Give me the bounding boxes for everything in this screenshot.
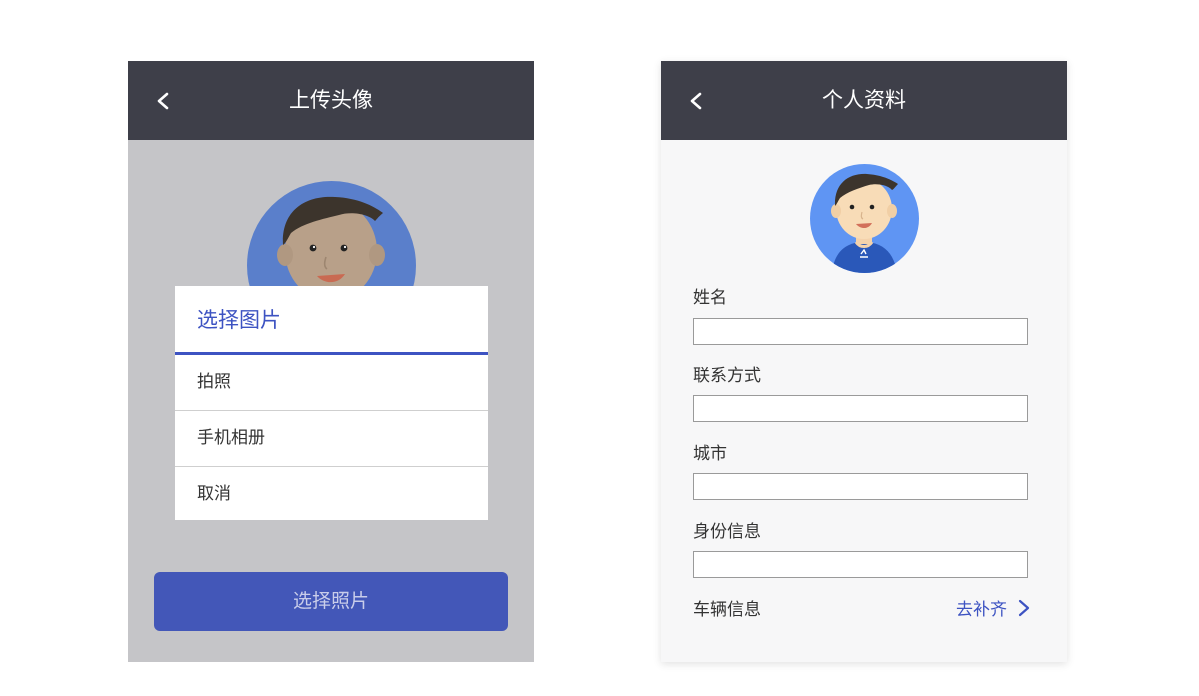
photo-album-option[interactable]: 手机相册 bbox=[175, 410, 488, 466]
back-button[interactable] bbox=[152, 88, 176, 114]
upload-avatar-screen: 上传头像 选择图片 拍照 手机相册 取消 选择照片 bbox=[128, 61, 534, 662]
profile-screen: 个人资料 姓名 联系方式 城市 身份信息 车辆信息 去补齐 bbox=[661, 61, 1067, 662]
vehicle-info-label: 车辆信息 bbox=[693, 600, 761, 620]
name-field[interactable] bbox=[693, 318, 1028, 345]
select-photo-button[interactable]: 选择照片 bbox=[154, 572, 508, 631]
header-bar: 个人资料 bbox=[661, 61, 1067, 140]
contact-label: 联系方式 bbox=[693, 366, 761, 386]
chevron-left-icon bbox=[157, 92, 169, 110]
id-info-field[interactable] bbox=[693, 551, 1028, 578]
page-title: 个人资料 bbox=[822, 88, 906, 112]
city-label: 城市 bbox=[693, 444, 727, 464]
image-picker-sheet: 选择图片 拍照 手机相册 取消 bbox=[175, 286, 488, 520]
avatar-illustration bbox=[831, 173, 898, 273]
take-photo-option[interactable]: 拍照 bbox=[175, 355, 488, 410]
complete-link-label: 去补齐 bbox=[956, 600, 1007, 620]
cancel-option[interactable]: 取消 bbox=[175, 466, 488, 522]
id-info-label: 身份信息 bbox=[693, 522, 761, 542]
header-bar: 上传头像 bbox=[128, 61, 534, 140]
chevron-left-icon bbox=[690, 92, 702, 110]
name-label: 姓名 bbox=[693, 288, 727, 308]
sheet-title: 选择图片 bbox=[175, 286, 488, 355]
back-button[interactable] bbox=[685, 88, 709, 114]
city-field[interactable] bbox=[693, 473, 1028, 500]
complete-vehicle-link[interactable]: 去补齐 bbox=[956, 595, 1031, 620]
page-title: 上传头像 bbox=[289, 88, 373, 112]
avatar[interactable] bbox=[810, 164, 919, 273]
chevron-right-icon bbox=[1018, 599, 1030, 616]
contact-field[interactable] bbox=[693, 395, 1028, 422]
